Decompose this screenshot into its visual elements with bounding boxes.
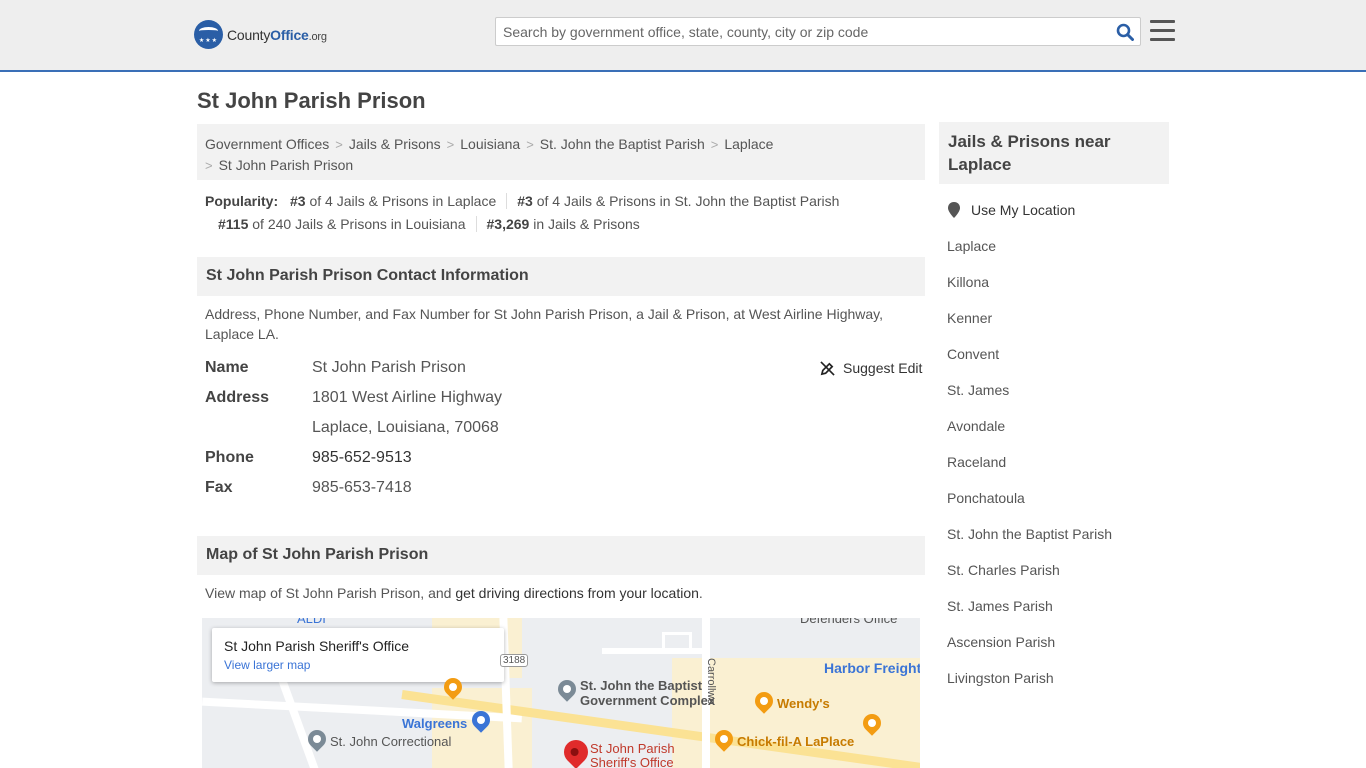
eagle-seal-icon: ★★★ (194, 20, 223, 49)
government-pin-icon[interactable] (554, 676, 580, 702)
use-my-location-link[interactable]: Use My Location (971, 200, 1075, 220)
chevron-right-icon: > (526, 137, 534, 152)
sidebar-link-st-john-parish[interactable]: St. John the Baptist Parish (947, 524, 1112, 544)
map-label-govt-2: Government Complex (580, 693, 716, 708)
site-logo[interactable]: ★★★ CountyOffice.org (194, 20, 327, 49)
chevron-right-icon: > (335, 137, 343, 152)
contact-heading: St John Parish Prison Contact Informatio… (197, 257, 925, 296)
chevron-right-icon: > (710, 137, 719, 152)
address-label: Address (205, 389, 270, 406)
breadcrumb-st-john-parish[interactable]: St. John the Baptist Parish (540, 136, 705, 152)
contact-description: Address, Phone Number, and Fax Number fo… (205, 306, 884, 342)
popularity-item: #115 of 240 Jails & Prisons in Louisiana (218, 216, 477, 232)
fax-value: 985-653-7418 (312, 479, 412, 496)
map-info-card: St John Parish Sheriff's Office View lar… (212, 628, 504, 682)
view-larger-map-link[interactable]: View larger map (224, 658, 492, 672)
map-label-govt-1: St. John the Baptist (580, 678, 703, 693)
map-label-walgreens: Walgreens (402, 716, 468, 731)
popularity-item: #3 of 4 Jails & Prisons in St. John the … (517, 193, 840, 209)
embedded-map[interactable]: St John Parish Sheriff's Office View lar… (202, 618, 920, 768)
contact-info: Name St John Parish Prison Address 1801 We… (205, 356, 925, 506)
breadcrumb-current: St John Parish Prison (218, 157, 354, 173)
header-bar: ★★★ CountyOffice.org (0, 0, 1366, 72)
popularity-item: #3 of 4 Jails & Prisons in Laplace (290, 193, 508, 209)
sidebar-link-ponchatoula[interactable]: Ponchatoula (947, 488, 1112, 508)
map-label-defenders: Defenders Office (800, 618, 898, 626)
sidebar-link-livingston-parish[interactable]: Livingston Parish (947, 668, 1112, 688)
sidebar-list: Use My Location Laplace Killona Kenner C… (947, 200, 1112, 704)
popularity-label: Popularity: (205, 193, 279, 209)
popularity: Popularity: #3 of 4 Jails & Prisons in L… (205, 190, 925, 236)
chevron-right-icon: > (446, 137, 455, 152)
map-label-chick: Chick-fil-A LaPlace (737, 734, 855, 749)
sidebar-link-st-james-parish[interactable]: St. James Parish (947, 596, 1112, 616)
map-label-correctional: St. John Correctional (330, 734, 452, 749)
hamburger-menu-icon[interactable] (1150, 20, 1175, 42)
sidebar-link-raceland[interactable]: Raceland (947, 452, 1112, 472)
map-card-title: St John Parish Sheriff's Office (224, 638, 410, 654)
page-title: St John Parish Prison (197, 88, 426, 113)
address-line1: 1801 West Airline Highway (312, 389, 503, 406)
sidebar-link-st-james[interactable]: St. James (947, 380, 1112, 400)
name-value: St John Parish Prison (312, 359, 466, 376)
phone-label: Phone (205, 449, 254, 466)
location-marker-icon[interactable] (559, 735, 593, 768)
sidebar-link-kenner[interactable]: Kenner (947, 308, 1112, 328)
breadcrumb-jails-prisons[interactable]: Jails & Prisons (349, 136, 441, 152)
address-line2: Laplace, Louisiana, 70068 (312, 419, 499, 436)
popularity-item: #3,269 in Jails & Prisons (486, 216, 640, 232)
breadcrumb: Government Offices > Jails & Prisons > Louis… (197, 124, 925, 180)
map-label-harbor: Harbor Freight (824, 660, 920, 676)
map-label-sheriff-1: St John Parish (590, 741, 675, 756)
sidebar-link-killona[interactable]: Killona (947, 272, 1112, 292)
map-pin-icon (948, 202, 960, 218)
sidebar-link-convent[interactable]: Convent (947, 344, 1112, 364)
sidebar-link-avondale[interactable]: Avondale (947, 416, 1112, 436)
sidebar-heading: Jails & Prisons near Laplace (939, 122, 1169, 184)
map-description: View map of St John Parish Prison, and g… (205, 585, 703, 601)
fax-label: Fax (205, 479, 233, 496)
use-my-location[interactable]: Use My Location (947, 200, 1112, 220)
name-label: Name (205, 359, 249, 376)
logo-text: CountyOffice.org (227, 26, 327, 43)
phone-link[interactable]: 985-652-9513 (312, 449, 412, 466)
sidebar-link-laplace[interactable]: Laplace (947, 236, 1112, 256)
driving-directions-link[interactable]: get driving directions from your locatio… (455, 585, 699, 601)
breadcrumb-louisiana[interactable]: Louisiana (460, 136, 520, 152)
map-label-sheriff-2: Sheriff's Office (590, 755, 674, 768)
map-label-wendys: Wendy's (777, 696, 830, 711)
search-icon[interactable] (1116, 23, 1134, 41)
breadcrumb-laplace[interactable]: Laplace (724, 136, 773, 152)
search-input[interactable] (503, 23, 1103, 41)
sidebar-link-st-charles-parish[interactable]: St. Charles Parish (947, 560, 1112, 580)
sidebar-link-ascension-parish[interactable]: Ascension Parish (947, 632, 1112, 652)
map-heading: Map of St John Parish Prison (197, 536, 925, 575)
map-label-road: 3188 (500, 654, 529, 667)
map-label-aldi: ALDI (297, 618, 326, 626)
breadcrumb-government-offices[interactable]: Government Offices (205, 136, 329, 152)
chevron-right-icon: > (205, 158, 213, 173)
search-box (495, 17, 1141, 46)
